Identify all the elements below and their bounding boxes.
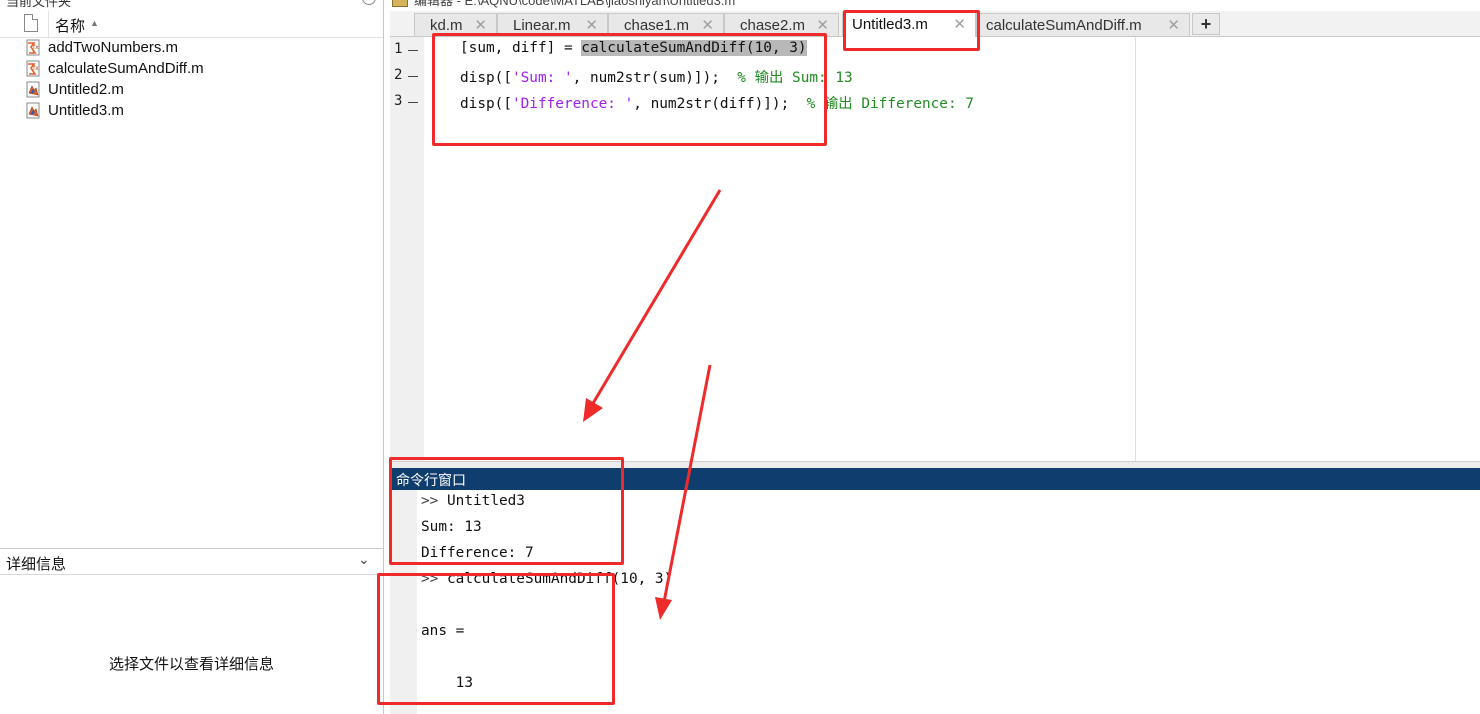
annotation-arrowhead bbox=[655, 597, 672, 620]
annotation-arrow-line bbox=[662, 364, 712, 603]
annotation-arrow-line bbox=[590, 189, 722, 406]
annotation-arrows bbox=[583, 189, 722, 620]
